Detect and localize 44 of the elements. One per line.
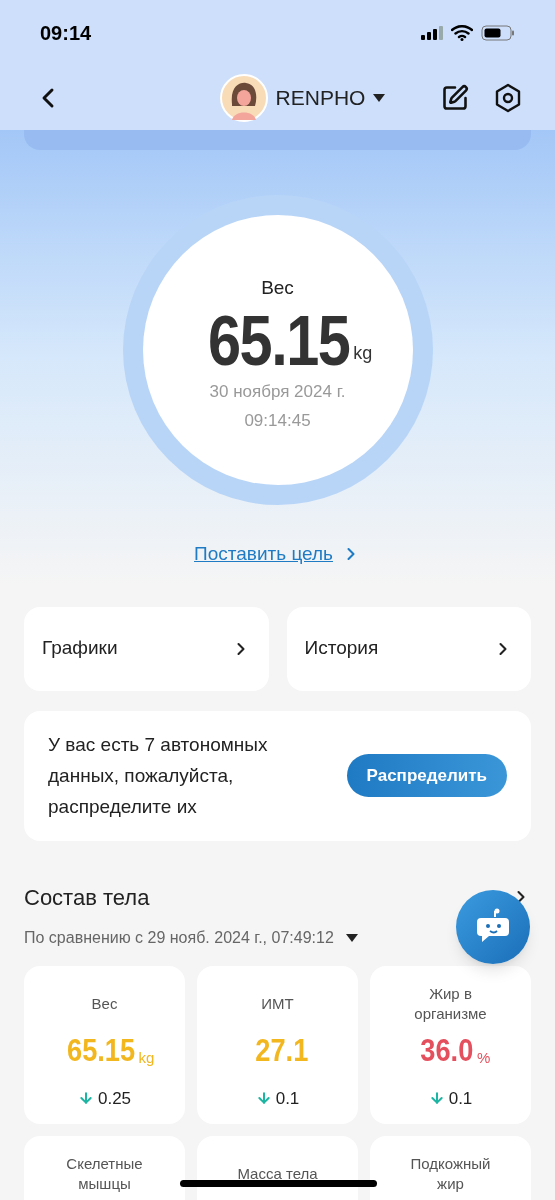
comparison-date: По сравнению с 29 нояб. 2024 г., 07:49:12 — [24, 927, 334, 948]
metric-change: 0.25 — [97, 1087, 132, 1110]
metric-label: Жир в организме — [413, 983, 488, 1024]
metric-unit: % — [476, 1048, 491, 1068]
measurement-time: 09:14:45 — [244, 410, 311, 433]
signal-icon — [421, 25, 443, 40]
metric-unit: kg — [138, 1048, 155, 1068]
weight-unit: kg — [353, 341, 373, 365]
caret-icon — [373, 93, 386, 102]
profile-selector[interactable]: RENPHO — [219, 73, 386, 122]
metric-label: Вес — [91, 993, 118, 1014]
metric-card[interactable]: Жир в организме 36.0% 0.1 — [370, 965, 531, 1124]
status-time: 09:14 — [40, 20, 92, 46]
battery-icon — [481, 24, 515, 41]
offline-data-message: У вас есть 7 автономных данных, пожалуйста, распределите их — [48, 733, 269, 819]
metric-card[interactable]: Вес 65.15 kg 0.25 — [24, 965, 185, 1124]
metric-value: 36.0 — [420, 1030, 473, 1070]
metric-card[interactable]: ИМТ 27.1 0.1 — [197, 965, 358, 1124]
shortcut-card[interactable]: История — [286, 606, 531, 691]
section-title: Состав тела — [24, 883, 150, 912]
edit-icon[interactable] — [441, 83, 469, 112]
profile-name: RENPHO — [275, 84, 366, 111]
set-goal-link[interactable]: Поставить цель — [194, 540, 333, 569]
metric-label: ИМТ — [261, 993, 294, 1014]
metric-change: 0.1 — [448, 1087, 473, 1110]
metric-card[interactable]: Масса тела — [197, 1135, 358, 1200]
dropdown-icon[interactable] — [345, 933, 358, 942]
metric-label: Подкожный жир — [409, 1153, 492, 1194]
shortcut-card[interactable]: Графики — [24, 606, 269, 691]
wifi-icon — [451, 24, 473, 41]
metric-label: Скелетные мышцы — [65, 1153, 144, 1194]
metric-value: 65.15 — [66, 1030, 135, 1070]
metric-card[interactable]: Скелетные мышцы — [24, 1135, 185, 1200]
metric-label: Масса тела — [237, 1163, 318, 1184]
weight-value: 65.15 — [207, 302, 350, 379]
measurement-date: 30 ноября 2024 г. — [209, 380, 346, 403]
assistant-button[interactable] — [456, 890, 530, 964]
settings-icon[interactable] — [493, 82, 523, 113]
distribute-button[interactable]: Распределить — [346, 753, 507, 798]
weight-label: Вес — [261, 276, 294, 301]
metric-card[interactable]: Подкожный жир — [370, 1135, 531, 1200]
metric-value: 27.1 — [255, 1030, 309, 1070]
metric-change: 0.1 — [275, 1087, 300, 1110]
avatar — [219, 73, 268, 122]
